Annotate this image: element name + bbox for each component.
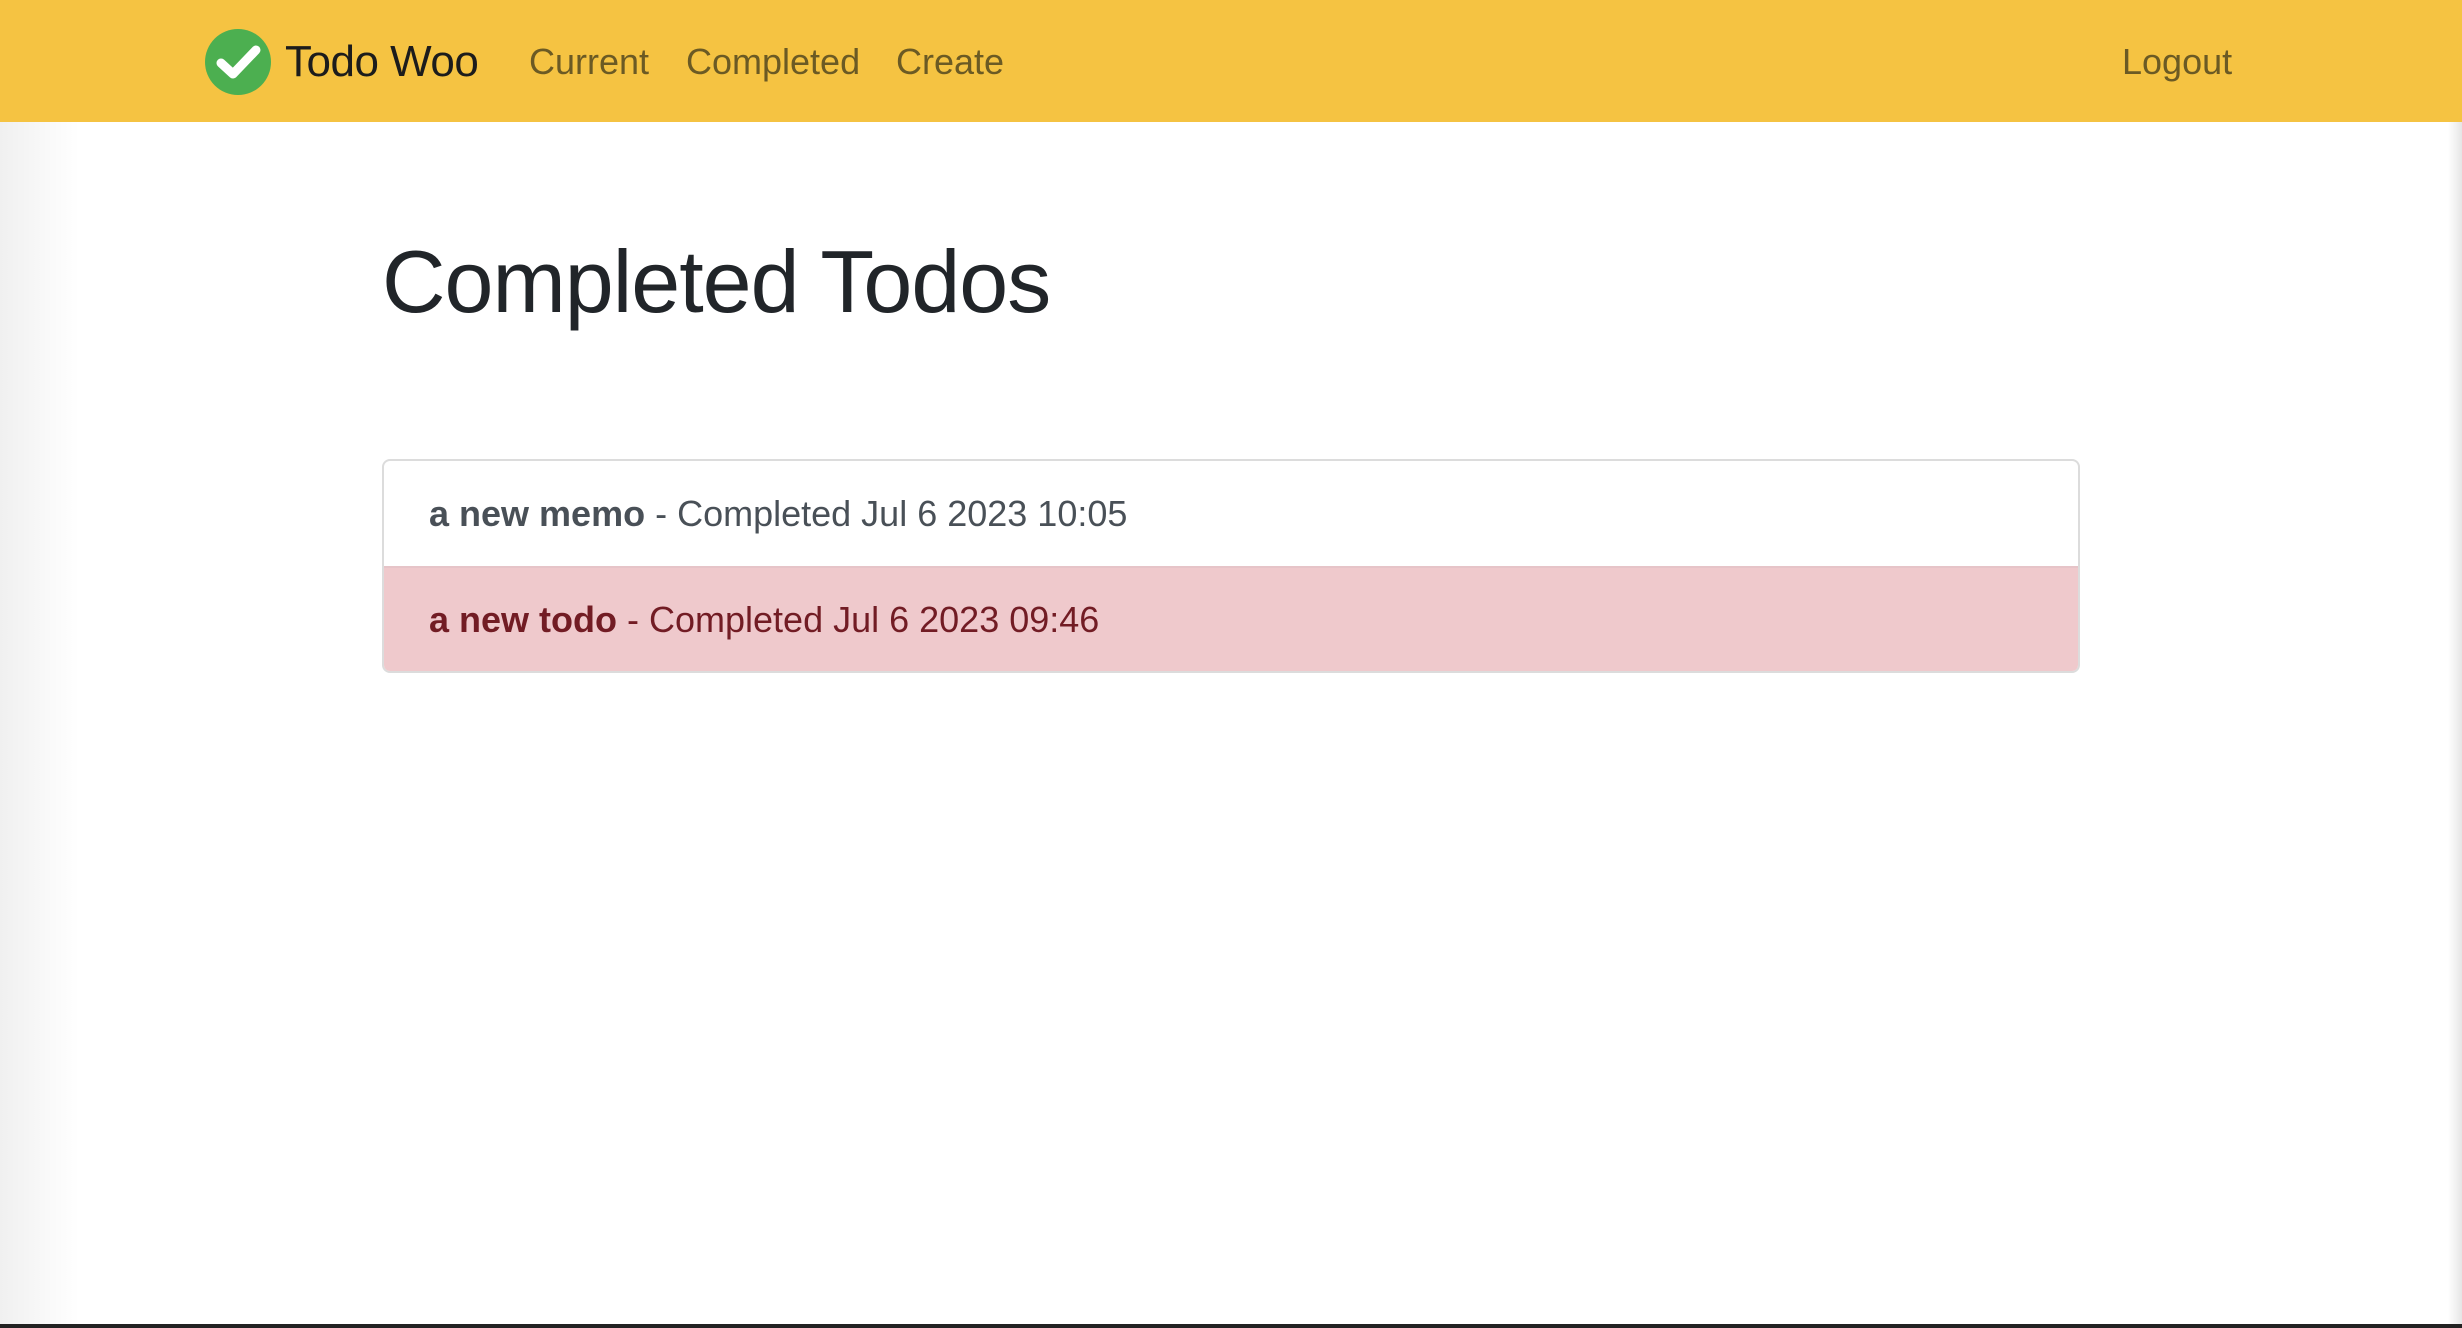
todo-title: a new memo (429, 492, 646, 534)
page: Todo Woo Current Completed Create Logout… (0, 0, 2462, 1328)
todo-list: a new memo - Completed Jul 6 2023 10:05 … (382, 459, 2080, 673)
brand-link[interactable]: Todo Woo (205, 28, 479, 96)
nav-current-link[interactable]: Current (529, 38, 649, 86)
window-bottom-edge (0, 1324, 2462, 1328)
page-title: Completed Todos (382, 232, 1051, 331)
logout-link[interactable]: Logout (2122, 38, 2232, 86)
window-edge-shadow (0, 122, 80, 1328)
window-edge-shadow-right (2448, 122, 2462, 1328)
todo-completed-date: - Completed Jul 6 2023 10:05 (645, 492, 1128, 534)
todo-item[interactable]: a new todo - Completed Jul 6 2023 09:46 (384, 566, 2078, 671)
navbar: Todo Woo Current Completed Create Logout (0, 0, 2462, 122)
brand-name: Todo Woo (285, 37, 479, 86)
todo-completed-date: - Completed Jul 6 2023 09:46 (617, 598, 1100, 640)
nav-create-link[interactable]: Create (896, 38, 1004, 86)
nav-completed-link[interactable]: Completed (686, 38, 860, 86)
todo-title: a new todo (429, 598, 617, 640)
check-circle-icon (205, 29, 271, 95)
todo-item[interactable]: a new memo - Completed Jul 6 2023 10:05 (384, 461, 2078, 566)
